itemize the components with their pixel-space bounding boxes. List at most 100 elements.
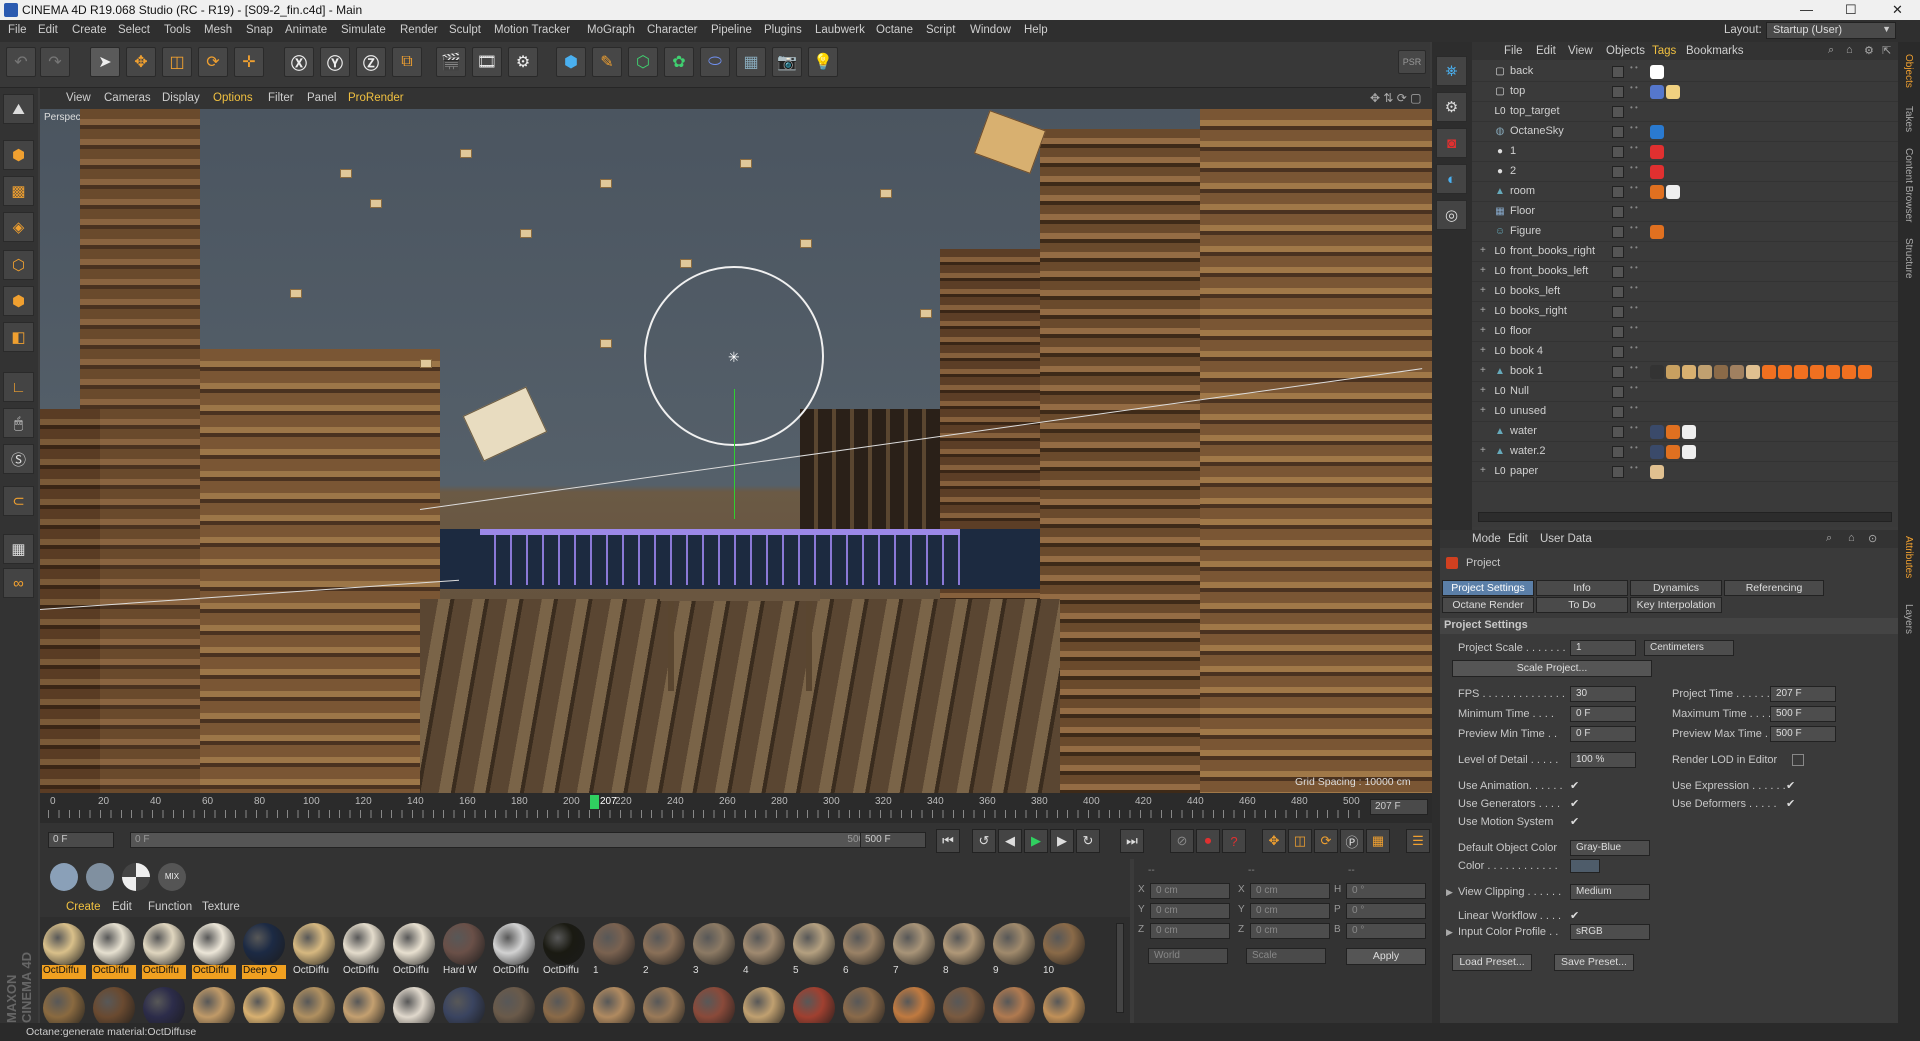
tag-icon[interactable] (1794, 365, 1808, 379)
tweak-mode-icon[interactable]: 🖱 (3, 408, 34, 438)
material-ball[interactable] (143, 987, 185, 1023)
layer-flag-icon[interactable] (1612, 66, 1624, 78)
object-name[interactable]: back (1510, 65, 1533, 77)
side-tab-takes[interactable]: Takes (1903, 106, 1914, 132)
visibility-dots-icon[interactable]: • • (1630, 464, 1638, 472)
redo-icon[interactable]: ↷ (40, 47, 70, 77)
go-to-end-icon[interactable]: ⏭ (1120, 829, 1144, 853)
menu-pipeline[interactable]: Pipeline (711, 24, 752, 36)
side-tab-objects[interactable]: Objects (1903, 54, 1914, 88)
use-animation-checkbox[interactable]: ✔ (1570, 780, 1582, 792)
play-icon[interactable]: ▶ (1024, 829, 1048, 853)
material-ball[interactable] (693, 987, 735, 1023)
layer-flag-icon[interactable] (1612, 226, 1624, 238)
next-frame-icon[interactable]: ▶ (1050, 829, 1074, 853)
move-tool-icon[interactable]: ✥ (126, 47, 156, 77)
tag-icon[interactable] (1858, 365, 1872, 379)
material-ball[interactable] (343, 987, 385, 1023)
material-ball[interactable] (443, 987, 485, 1023)
material-swatch[interactable]: OctDiffu (292, 923, 336, 981)
coord-value-field[interactable]: 0 cm (1150, 883, 1230, 899)
model-mode-icon[interactable]: ⬢ (3, 140, 34, 170)
layer-flag-icon[interactable] (1612, 106, 1624, 118)
attr-menu-edit[interactable]: Edit (1508, 533, 1528, 545)
object-row[interactable]: + L0 books_left • • (1472, 282, 1898, 302)
tag-icon[interactable] (1730, 365, 1744, 379)
end-frame-field[interactable]: 500 F (860, 832, 926, 848)
timeline-ruler[interactable]: 0 20 40 60 80 100 120 140 160 180 200 22… (40, 793, 1432, 823)
object-name[interactable]: books_left (1510, 285, 1560, 297)
tag-icon[interactable] (1682, 365, 1696, 379)
tag-icon[interactable] (1682, 445, 1696, 459)
mat-menu-texture[interactable]: Texture (202, 901, 240, 913)
object-row[interactable]: + L0 book 4 • • (1472, 342, 1898, 362)
recent-tool-icon[interactable]: ✛ (234, 47, 264, 77)
tag-icon[interactable] (1650, 145, 1664, 159)
object-name[interactable]: book 4 (1510, 345, 1543, 357)
coord-value-field[interactable]: 0 ° (1346, 923, 1426, 939)
coord-scale-dropdown[interactable]: Scale (1246, 948, 1326, 964)
attr-menu-mode[interactable]: Mode (1472, 533, 1501, 545)
menu-select[interactable]: Select (118, 24, 150, 36)
layer-flag-icon[interactable] (1612, 166, 1624, 178)
material-swatch[interactable]: Hard W (442, 923, 486, 981)
menu-tools[interactable]: Tools (164, 24, 191, 36)
subdivision-generator-icon[interactable]: ⬡ (628, 47, 658, 77)
material-swatch[interactable]: 3 (692, 923, 736, 981)
material-ball[interactable] (1043, 987, 1085, 1023)
edge-mode-icon[interactable]: ⬢ (3, 286, 34, 316)
coord-value-field[interactable]: 0 cm (1250, 923, 1330, 939)
object-row[interactable]: + L0 front_books_right • • (1472, 242, 1898, 262)
obj-menu-objects[interactable]: Objects (1606, 45, 1645, 57)
octane-sky-icon[interactable]: ◐ (1436, 164, 1467, 194)
lock-icon[interactable]: ⌂ (1848, 532, 1855, 544)
default-color-dropdown[interactable]: Gray-Blue (1570, 840, 1650, 856)
tag-icon[interactable] (1650, 185, 1664, 199)
visibility-dots-icon[interactable]: • • (1630, 64, 1638, 72)
tag-icon[interactable] (1746, 365, 1760, 379)
material-scrollbar[interactable] (1116, 923, 1124, 1013)
load-preset-button[interactable]: Load Preset... (1452, 954, 1532, 971)
timeline-menu-icon[interactable]: ☰ (1406, 829, 1430, 853)
floor-object-icon[interactable]: ▦ (736, 47, 766, 77)
expand-toggle-icon[interactable]: + (1480, 285, 1486, 296)
material-preview-icon[interactable] (86, 863, 114, 891)
x-axis-lock-icon[interactable]: Ⓧ (284, 47, 314, 77)
layer-flag-icon[interactable] (1612, 86, 1624, 98)
tag-icon[interactable] (1650, 165, 1664, 179)
object-row[interactable]: + L0 unused • • (1472, 402, 1898, 422)
object-name[interactable]: paper (1510, 465, 1538, 477)
object-row[interactable]: + L0 floor • • (1472, 322, 1898, 342)
home-icon[interactable]: ⌂ (1846, 44, 1853, 56)
expand-toggle-icon[interactable]: + (1480, 345, 1486, 356)
layer-flag-icon[interactable] (1612, 286, 1624, 298)
texture-mode-icon[interactable]: ▩ (3, 176, 34, 206)
material-ball[interactable] (593, 987, 635, 1023)
visibility-dots-icon[interactable]: • • (1630, 424, 1638, 432)
object-row[interactable]: L0 top_target • • (1472, 102, 1898, 122)
coord-value-field[interactable]: 0 cm (1250, 903, 1330, 919)
tab-octane-render[interactable]: Octane Render (1442, 597, 1534, 613)
side-tab-content-browser[interactable]: Content Browser (1903, 148, 1914, 222)
tag-icon[interactable] (1666, 185, 1680, 199)
object-name[interactable]: OctaneSky (1510, 125, 1564, 137)
obj-menu-edit[interactable]: Edit (1536, 45, 1556, 57)
tab-key-interpolation[interactable]: Key Interpolation (1630, 597, 1722, 613)
tag-icon[interactable] (1762, 365, 1776, 379)
mix-material-icon[interactable]: MIX (158, 863, 186, 891)
material-swatch[interactable]: 2 (642, 923, 686, 981)
layer-flag-icon[interactable] (1612, 206, 1624, 218)
material-swatch[interactable]: 9 (992, 923, 1036, 981)
view-clipping-dropdown[interactable]: Medium (1570, 884, 1650, 900)
search-icon[interactable]: ⌕ (1826, 532, 1832, 545)
material-ball[interactable] (943, 987, 985, 1023)
maximize-button[interactable]: ☐ (1845, 2, 1857, 18)
material-swatch[interactable]: OctDiffu (42, 923, 86, 981)
layer-flag-icon[interactable] (1612, 446, 1624, 458)
light-object-icon[interactable]: 💡 (808, 47, 838, 77)
soft-selection-icon[interactable]: ∞ (3, 568, 34, 598)
obj-menu-view[interactable]: View (1568, 45, 1593, 57)
object-row[interactable]: ▲ water • • (1472, 422, 1898, 442)
tag-icon[interactable] (1650, 465, 1664, 479)
mat-menu-function[interactable]: Function (148, 901, 192, 913)
